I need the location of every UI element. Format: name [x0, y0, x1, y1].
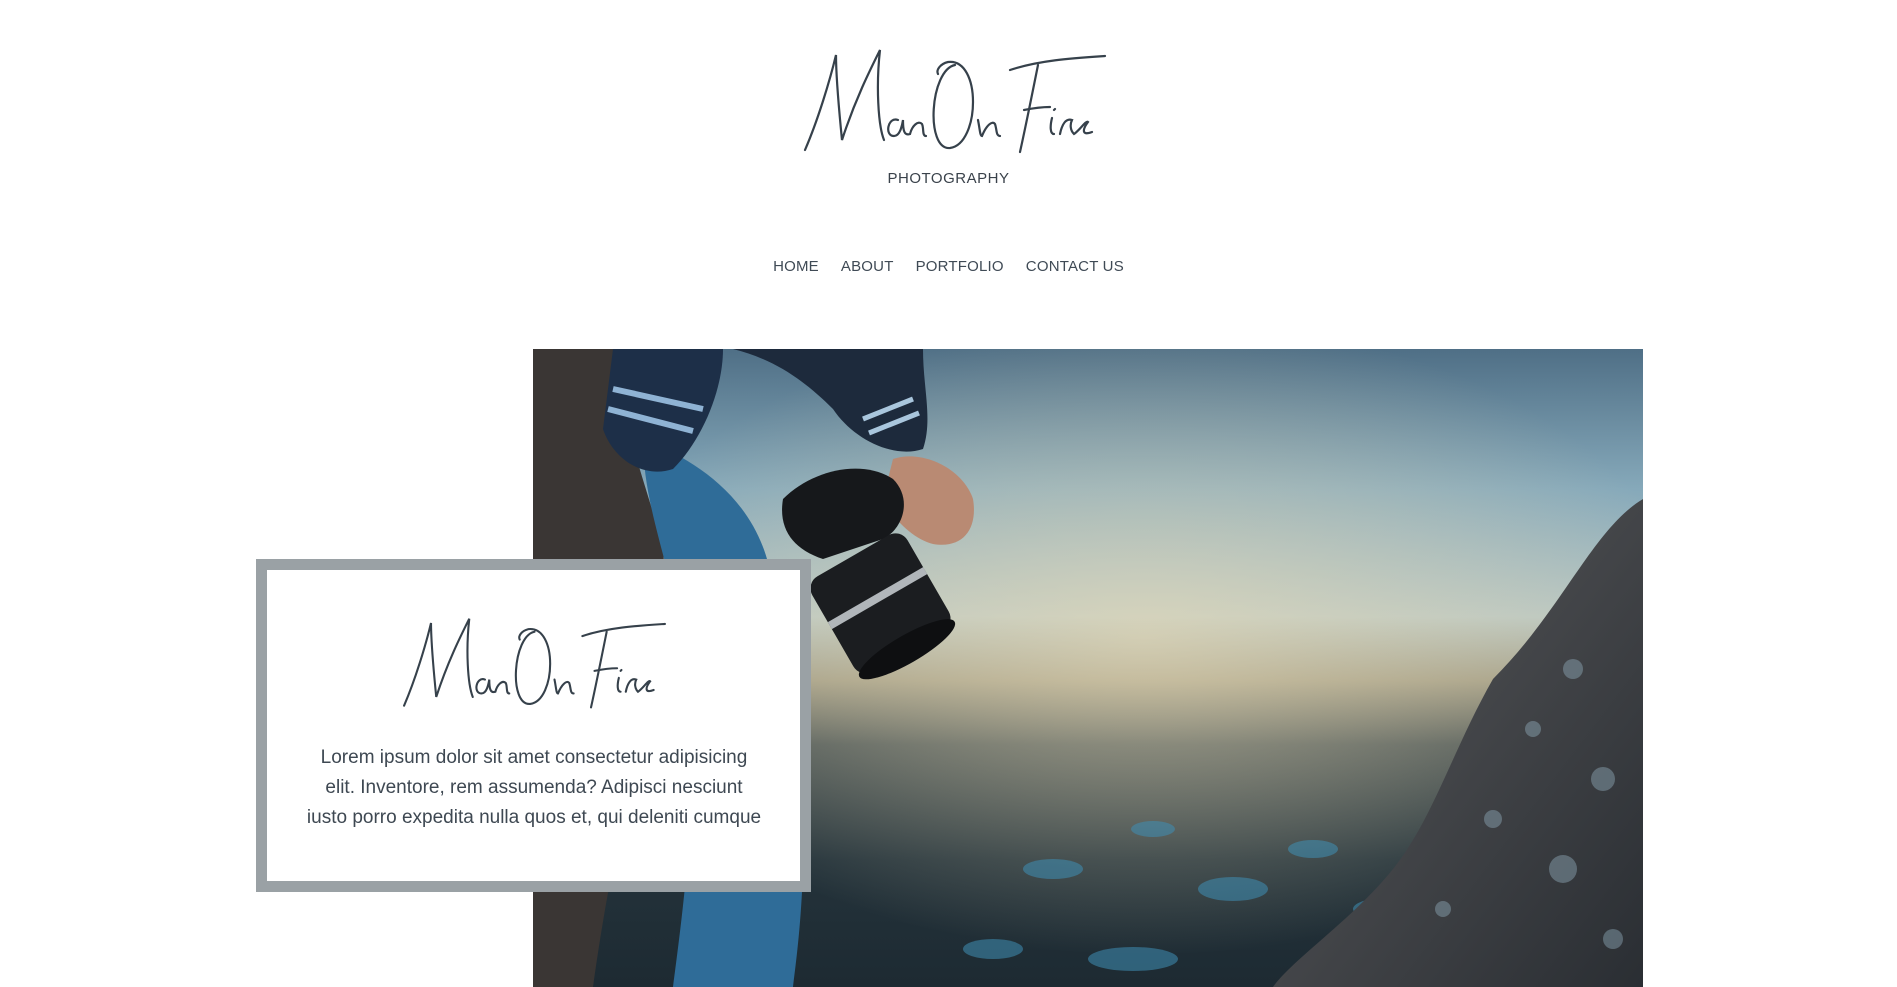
brand-subtitle: PHOTOGRAPHY — [887, 170, 1010, 187]
card-script-logo-graphic — [403, 618, 666, 709]
intro-card-frame: Lorem ipsum dolor sit amet consectetur a… — [256, 559, 811, 892]
script-logo-graphic — [803, 49, 1107, 154]
main-nav: HOME ABOUT PORTFOLIO CONTACT US — [0, 258, 1897, 275]
intro-card-text: Lorem ipsum dolor sit amet consectetur a… — [306, 747, 762, 828]
intro-card: Lorem ipsum dolor sit amet consectetur a… — [267, 570, 800, 881]
site-header: PHOTOGRAPHY HOME ABOUT PORTFOLIO CONTACT… — [0, 0, 1897, 320]
nav-portfolio-link[interactable]: PORTFOLIO — [916, 258, 1004, 275]
nav-contact-link[interactable]: CONTACT US — [1026, 258, 1124, 275]
card-logo — [387, 610, 682, 710]
nav-home-link[interactable]: HOME — [773, 258, 819, 275]
brand-logo[interactable] — [800, 40, 1110, 155]
nav-about-link[interactable]: ABOUT — [841, 258, 894, 275]
